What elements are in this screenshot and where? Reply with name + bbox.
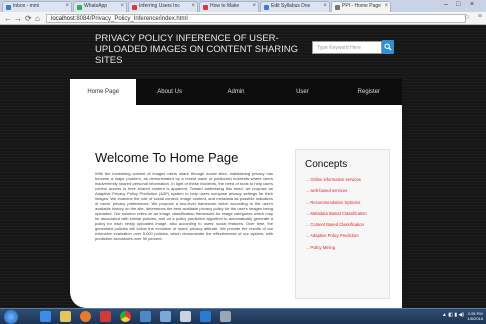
media-player-icon[interactable] — [80, 311, 91, 322]
taskbar: ▲ ◧ ▮ ◀) 2:28 PM 1/6/2018 — [0, 308, 486, 324]
browser-tab[interactable]: Inferring Users Inc × — [128, 1, 198, 12]
concepts-list: → Online information services → web-base… — [305, 177, 389, 250]
concept-link[interactable]: → Content Based Classification — [305, 222, 389, 227]
close-tab-icon[interactable]: × — [65, 3, 69, 9]
nav-user[interactable]: User — [269, 79, 336, 105]
taskbar-clock[interactable]: 2:28 PM 1/6/2018 — [467, 311, 483, 321]
browser-tab-bar: Inbox - mmi × WhatsApp × Inferring Users… — [0, 0, 486, 12]
forward-icon[interactable]: → — [14, 14, 22, 23]
close-tab-icon[interactable]: × — [384, 3, 388, 9]
app-icon[interactable] — [220, 311, 231, 322]
tab-favicon-icon — [203, 5, 208, 10]
page-heading: Welcome To Home Page — [95, 150, 239, 165]
maximize-icon[interactable]: □ — [456, 1, 460, 8]
concepts-title: Concepts — [305, 159, 348, 170]
search-icon — [384, 43, 392, 51]
ie-icon[interactable] — [40, 311, 51, 322]
system-tray-icons[interactable]: ▲ ◧ ▮ ◀) — [442, 312, 464, 318]
bookmark-star-icon[interactable]: ☆ — [464, 13, 470, 21]
browser-tab[interactable]: Edit Syllabus Dos × — [260, 1, 330, 12]
search-input[interactable]: Type Keyword Here — [312, 41, 382, 54]
close-tab-icon[interactable]: × — [323, 3, 327, 9]
home-icon[interactable]: ⌂ — [35, 14, 40, 23]
concept-link[interactable]: → Policy Mining — [305, 245, 389, 250]
minimize-icon[interactable]: – — [444, 1, 448, 8]
main-nav: Home Page About Us Admin User Register — [70, 79, 403, 105]
tab-favicon-icon — [77, 5, 82, 10]
browser-tab[interactable]: WhatsApp × — [73, 1, 127, 12]
browser-tab[interactable]: Inbox - mmi × — [2, 1, 72, 12]
url-bar[interactable]: localhost:8084/Privacy_Policy_Inference/… — [46, 14, 466, 23]
back-icon[interactable]: ← — [4, 14, 12, 23]
file-explorer-icon[interactable] — [60, 311, 71, 322]
reload-icon[interactable]: ⟳ — [25, 14, 32, 23]
chrome-icon[interactable] — [120, 311, 131, 322]
nav-about[interactable]: About Us — [136, 79, 203, 105]
app-icon[interactable] — [160, 311, 171, 322]
app-icon[interactable] — [100, 311, 111, 322]
content-panel: Welcome To Home Page With the increasing… — [70, 105, 402, 308]
intro-paragraph: With the increasing volume of images use… — [95, 171, 273, 241]
close-tab-icon[interactable]: × — [120, 3, 124, 9]
url-path: :8084/Privacy_Policy_Inference/index.htm… — [74, 16, 188, 22]
tab-favicon-icon — [132, 5, 137, 10]
concept-link[interactable]: → Online information services — [305, 177, 389, 182]
nav-home[interactable]: Home Page — [70, 79, 137, 105]
menu-icon[interactable]: ≡ — [478, 13, 482, 20]
browser-tab-active[interactable]: PPI - Home Page × — [331, 1, 391, 12]
concept-link[interactable]: → web-based services — [305, 188, 389, 193]
concept-link[interactable]: → Metadata Based Classification — [305, 211, 389, 216]
app-icon[interactable] — [180, 311, 191, 322]
site-title: PRIVACY POLICY INFERENCE OF USER-UPLOADE… — [95, 33, 299, 66]
concept-link[interactable]: → Adaptive Policy Prediction — [305, 233, 389, 238]
tab-favicon-icon — [264, 5, 269, 10]
browser-tab[interactable]: How to Make × — [199, 1, 259, 12]
tab-favicon-icon — [335, 5, 340, 10]
url-host: localhost — [51, 16, 75, 22]
tab-favicon-icon — [6, 5, 11, 10]
nav-admin[interactable]: Admin — [202, 79, 270, 105]
close-tab-icon[interactable]: × — [191, 3, 195, 9]
close-tab-icon[interactable]: × — [252, 3, 256, 9]
concepts-sidebar: Concepts → Online information services →… — [295, 149, 390, 299]
web-page: PRIVACY POLICY INFERENCE OF USER-UPLOADE… — [0, 25, 486, 308]
nav-register[interactable]: Register — [335, 79, 403, 105]
app-icon[interactable] — [200, 311, 211, 322]
netbeans-icon[interactable] — [140, 311, 151, 322]
close-window-icon[interactable]: × — [470, 1, 474, 8]
address-toolbar: ← → ⟳ ⌂ localhost:8084/Privacy_Policy_In… — [0, 12, 486, 25]
concept-link[interactable]: → Recommendation Systems — [305, 200, 389, 205]
search-button[interactable] — [382, 40, 394, 54]
start-orb-icon[interactable] — [4, 310, 18, 324]
